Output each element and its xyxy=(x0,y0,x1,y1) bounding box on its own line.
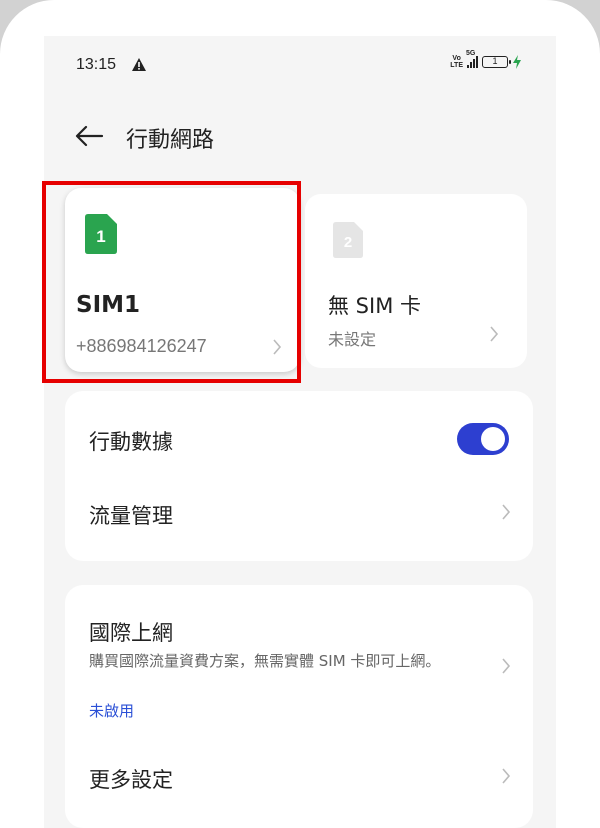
volte-icon: Vo LTE xyxy=(450,55,463,69)
screen: 13:15 Vo LTE 5G 1 行動網路 1 SIM1 +886984126… xyxy=(44,36,556,828)
chevron-right-icon xyxy=(502,504,511,520)
chevron-right-icon xyxy=(273,339,282,355)
svg-text:1: 1 xyxy=(96,227,105,246)
network-type: 5G xyxy=(466,50,476,57)
status-icons: Vo LTE 5G 1 xyxy=(450,50,522,69)
charging-icon xyxy=(513,55,521,69)
mobile-data-label: 行動數據 xyxy=(89,430,173,454)
sim1-number: +886984126247 xyxy=(76,336,207,356)
sim-card-icon: 2 xyxy=(333,222,363,258)
svg-text:2: 2 xyxy=(344,234,352,251)
battery-icon: 1 xyxy=(482,56,511,68)
chevron-right-icon xyxy=(502,768,511,784)
warning-icon xyxy=(132,58,146,71)
data-usage-label[interactable]: 流量管理 xyxy=(89,500,173,530)
more-settings-group: 國際上網 購買國際流量資費方案，無需實體 SIM 卡即可上網。 未啟用 更多設定 xyxy=(65,585,533,828)
page-title: 行動網路 xyxy=(126,128,215,153)
sim2-card[interactable]: 2 無 SIM 卡 未設定 xyxy=(305,194,527,368)
roaming-description: 購買國際流量資費方案，無需實體 SIM 卡即可上網。 xyxy=(89,652,441,670)
sim2-name: 無 SIM 卡 xyxy=(328,294,421,318)
sim1-name: SIM1 xyxy=(76,292,141,318)
mobile-data-toggle[interactable] xyxy=(457,423,509,455)
sim2-status: 未設定 xyxy=(328,330,377,349)
sim-card-icon: 1 xyxy=(85,214,117,254)
status-time: 13:15 xyxy=(76,56,117,73)
roaming-status: 未啟用 xyxy=(89,702,135,720)
roaming-label[interactable]: 國際上網 xyxy=(89,617,173,647)
sim1-card[interactable]: 1 SIM1 +886984126247 xyxy=(65,188,300,372)
phone-frame: 13:15 Vo LTE 5G 1 行動網路 1 SIM1 +886984126… xyxy=(0,0,600,828)
chevron-right-icon xyxy=(490,326,499,342)
back-arrow-icon[interactable] xyxy=(74,125,104,147)
data-settings-group: 行動數據 流量管理 xyxy=(65,391,533,561)
toggle-knob xyxy=(481,427,505,451)
signal-icon: 5G xyxy=(466,50,478,68)
more-settings-label[interactable]: 更多設定 xyxy=(89,764,173,794)
chevron-right-icon xyxy=(502,658,511,674)
